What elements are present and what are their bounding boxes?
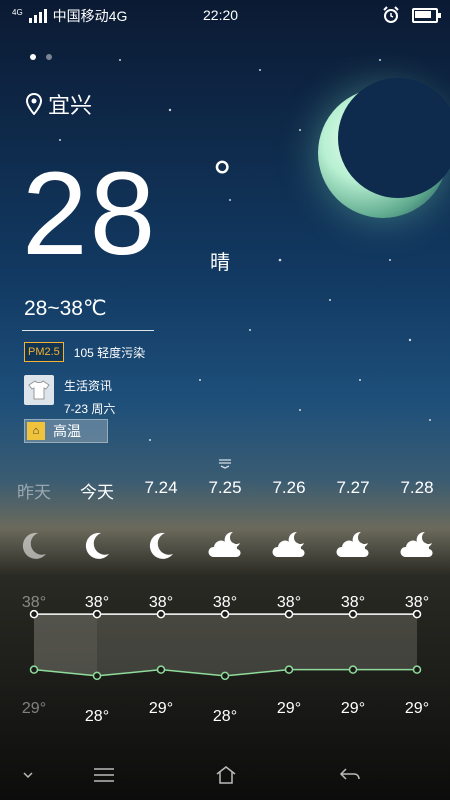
alert-label: 高温 [53,423,81,439]
air-quality-text: 105 轻度污染 [73,345,146,360]
low-temp-line-point [412,665,422,674]
home-icon[interactable] [208,760,244,790]
warning-icon: ⌂ [27,422,45,440]
life-info-title: 生活资讯 [64,379,113,393]
current-temperature: 28 [22,148,158,280]
weather-screen: 4G 中国移动4G 22:20 宜兴 28 ° 晴 28~38℃ PM2.5 1… [0,0,450,800]
forecast-day-tabs: 昨天 今天 7.24 7.25 7.26 7.27 7.28 [0,478,450,508]
signal-icon [28,9,47,23]
high-temp-line-point [29,609,39,619]
cloud-moon-icon [207,530,243,562]
high-temp-line-point [348,609,358,619]
battery-icon [412,7,441,23]
city-name: 宜兴 [48,93,93,118]
life-info-date: 7-23 周六 [64,402,116,416]
today-temperature-range: 28~38℃ [24,297,107,320]
alarm-clock-icon [383,6,399,23]
pm25-badge: PM2.5 [24,342,64,362]
shirt-icon [24,375,54,405]
low-temp-line-point [156,665,166,674]
menu-icon[interactable] [86,760,122,790]
forecast-day-tab[interactable]: 7.24 [144,478,177,498]
low-temp-line-point [29,665,39,674]
page-dot-active[interactable] [30,54,36,60]
low-temp-label: 28° [84,708,110,725]
back-icon[interactable] [332,760,368,790]
low-temp-label: 29° [148,700,174,717]
moon-shadow [338,78,450,198]
low-temp-label: 29° [404,700,430,717]
forecast-day-tab[interactable]: 今天 [80,478,114,503]
degree-symbol: ° [213,151,232,203]
weather-alert-button[interactable]: ⌂ 高温 [24,419,108,443]
forecast-day-tab[interactable]: 昨天 [17,478,51,503]
clock: 22:20 [203,7,239,23]
low-temp-label: 29° [21,700,47,717]
location-pin-icon [26,93,42,115]
status-bar: 4G 中国移动4G 22:20 [0,0,450,30]
chevron-down-icon[interactable] [10,760,46,790]
page-indicator[interactable] [30,54,52,60]
forecast-low-labels: 29° 28° 29° 28° 29° 29° 29° [0,700,450,725]
low-temp-label: 29° [276,700,302,717]
high-temp-line-point [412,609,422,619]
forecast-day-tab[interactable]: 7.28 [400,478,433,498]
status-right [382,6,441,24]
cloud-moon-icon [271,530,307,562]
low-temp-line-point [92,671,102,681]
high-temp-line-point [92,609,102,619]
low-temp-line-point [348,665,358,674]
low-temp-label: 28° [212,708,238,725]
cloud-moon-icon [335,530,371,562]
low-temp-label: 29° [340,700,366,717]
crescent-moon-icon [79,530,115,562]
current-condition: 晴 [210,252,230,274]
life-info-text: 生活资讯 7-23 周六 [64,375,115,417]
carrier-label: 中国移动4G [52,8,128,24]
status-left: 4G 中国移动4G [12,6,127,26]
low-temp-line-point [220,671,230,681]
page-dot[interactable] [46,54,52,60]
forecast-day-tab[interactable]: 7.25 [208,478,241,498]
navigation-bar [0,750,450,800]
crescent-moon-icon [16,530,52,562]
divider [22,330,154,331]
forecast-day-tab[interactable]: 7.26 [272,478,305,498]
forecast-icons-row [0,530,450,566]
high-temp-line-point [156,609,166,619]
past-range-band [34,614,97,676]
high-temp-line-point [220,609,230,619]
network-type: 4G [12,7,23,17]
air-quality[interactable]: PM2.5 105 轻度污染 [24,342,145,362]
location[interactable]: 宜兴 [26,88,92,120]
life-info[interactable]: 生活资讯 7-23 周六 [24,375,115,417]
pull-up-handle-icon[interactable] [218,458,232,472]
temperature-chart [29,609,422,681]
crescent-moon-icon [143,530,179,562]
forecast-day-tab[interactable]: 7.27 [336,478,369,498]
low-temp-line-point [284,665,294,674]
high-temp-line-point [284,609,294,619]
cloud-moon-icon [399,530,435,562]
